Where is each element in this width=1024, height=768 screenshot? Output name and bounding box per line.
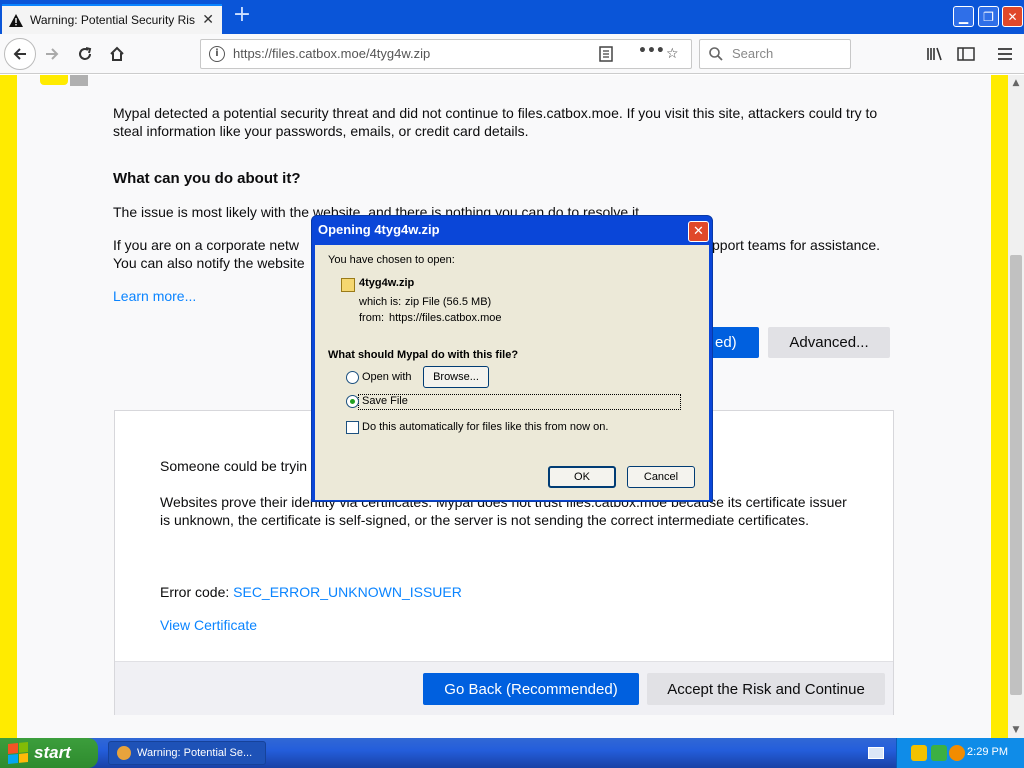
page-border-right	[991, 75, 1008, 738]
file-source: https://files.catbox.moe	[389, 312, 502, 324]
search-icon	[708, 46, 724, 62]
warning-logo-shadow	[70, 75, 88, 86]
url-text[interactable]: https://files.catbox.moe/4tyg4w.zip	[233, 46, 430, 61]
minimize-button[interactable]: ▁	[953, 6, 974, 27]
title-bar: Warning: Potential Security Risk A ✕ + ▁…	[0, 0, 1024, 34]
from-label: from:	[359, 312, 385, 324]
browse-button[interactable]: Browse...	[423, 366, 489, 388]
search-placeholder: Search	[732, 46, 774, 61]
window-close-button[interactable]: ✕	[1002, 6, 1023, 27]
sidebar-icon[interactable]	[954, 42, 978, 66]
keyboard-icon[interactable]	[868, 747, 884, 759]
scroll-up-icon[interactable]: ▲	[1008, 75, 1024, 91]
security-shield-icon[interactable]	[911, 745, 927, 761]
system-tray: 2:29 PM	[896, 738, 1024, 768]
info-icon[interactable]: i	[209, 46, 225, 62]
library-icon[interactable]	[923, 42, 947, 66]
forward-button[interactable]	[40, 42, 64, 66]
home-button[interactable]	[105, 42, 129, 66]
warning-icon	[8, 12, 24, 28]
reader-view-icon[interactable]	[599, 46, 613, 66]
what-should-heading: What should Mypal do with this file?	[328, 349, 519, 361]
notify-text: You can also notify the website	[113, 255, 305, 271]
menu-icon[interactable]	[993, 42, 1017, 66]
zip-file-icon	[341, 278, 355, 292]
taskbar-item-browser[interactable]: Warning: Potential Se...	[108, 741, 266, 765]
tab-close-icon[interactable]: ✕	[202, 12, 214, 28]
go-back-button[interactable]: Go Back (Recommended)	[423, 673, 639, 705]
url-bar[interactable]: i https://files.catbox.moe/4tyg4w.zip ••…	[200, 39, 692, 69]
tab-title: Warning: Potential Security Risk A	[30, 13, 195, 27]
save-file-radio[interactable]	[346, 395, 359, 408]
warning-logo	[40, 75, 68, 85]
windows-logo-icon	[8, 741, 28, 765]
what-can-you-do-heading: What can you do about it?	[113, 170, 301, 187]
someone-text: Someone could be tryin	[160, 458, 308, 474]
file-type: zip File (56.5 MB)	[405, 296, 492, 308]
start-label: start	[34, 743, 71, 762]
chosen-text: You have chosen to open:	[328, 254, 455, 266]
maximize-button[interactable]: ❐	[978, 6, 999, 27]
search-tray-icon[interactable]	[949, 745, 965, 761]
view-certificate-link[interactable]: View Certificate	[160, 616, 257, 634]
auto-checkbox[interactable]	[346, 421, 359, 434]
file-name: 4tyg4w.zip	[359, 277, 415, 289]
page-scrollbar[interactable]: ▲ ▼	[1008, 75, 1024, 738]
search-bar[interactable]: Search	[699, 39, 851, 69]
navigation-bar: i https://files.catbox.moe/4tyg4w.zip ••…	[0, 34, 1024, 74]
radio-selected-dot	[350, 399, 355, 404]
download-dialog: Opening 4tyg4w.zip ✕ You have chosen to …	[311, 215, 713, 502]
ok-button[interactable]: OK	[548, 466, 616, 488]
reload-button[interactable]	[73, 42, 97, 66]
error-code-line: Error code: SEC_ERROR_UNKNOWN_ISSUER	[160, 583, 462, 601]
page-border-left	[0, 75, 17, 738]
which-is-label: which is:	[359, 296, 402, 308]
back-button[interactable]	[4, 38, 36, 70]
scroll-thumb[interactable]	[1010, 255, 1022, 695]
dialog-close-button[interactable]: ✕	[688, 221, 709, 242]
accept-risk-button[interactable]: Accept the Risk and Continue	[647, 673, 885, 705]
new-tab-button[interactable]: +	[230, 4, 254, 28]
clock: 2:29 PM	[967, 746, 1008, 758]
advanced-button[interactable]: Advanced...	[768, 327, 890, 358]
advanced-panel-footer: Go Back (Recommended) Accept the Risk an…	[115, 661, 893, 715]
corporate-text-start: If you are on a corporate netw	[113, 237, 299, 253]
scroll-down-icon[interactable]: ▼	[1008, 722, 1024, 738]
open-with-label[interactable]: Open with	[362, 371, 412, 383]
dialog-title: Opening 4tyg4w.zip	[318, 222, 440, 237]
bookmark-star-icon[interactable]: ☆	[666, 46, 679, 62]
auto-checkbox-label[interactable]: Do this automatically for files like thi…	[362, 421, 608, 433]
open-with-radio[interactable]	[346, 371, 359, 384]
corporate-text-end: pport teams for assistance.	[712, 237, 881, 253]
taskbar-item-label: Warning: Potential Se...	[137, 747, 253, 759]
browser-task-icon	[117, 746, 131, 760]
intro-text: Mypal detected a potential security thre…	[113, 105, 878, 139]
start-button[interactable]: start	[0, 738, 98, 768]
cancel-button[interactable]: Cancel	[627, 466, 695, 488]
taskbar: start Warning: Potential Se... 2:29 PM	[0, 738, 1024, 768]
dialog-body: You have chosen to open: 4tyg4w.zip whic…	[315, 245, 709, 500]
learn-more-link[interactable]: Learn more...	[113, 287, 196, 305]
page-actions-icon[interactable]: •••	[638, 43, 665, 59]
network-icon[interactable]	[931, 745, 947, 761]
save-file-label[interactable]: Save File	[362, 395, 408, 407]
tab-active[interactable]: Warning: Potential Security Risk A ✕	[2, 4, 222, 34]
error-code-label: Error code:	[160, 584, 230, 600]
error-code-link[interactable]: SEC_ERROR_UNKNOWN_ISSUER	[233, 584, 462, 600]
